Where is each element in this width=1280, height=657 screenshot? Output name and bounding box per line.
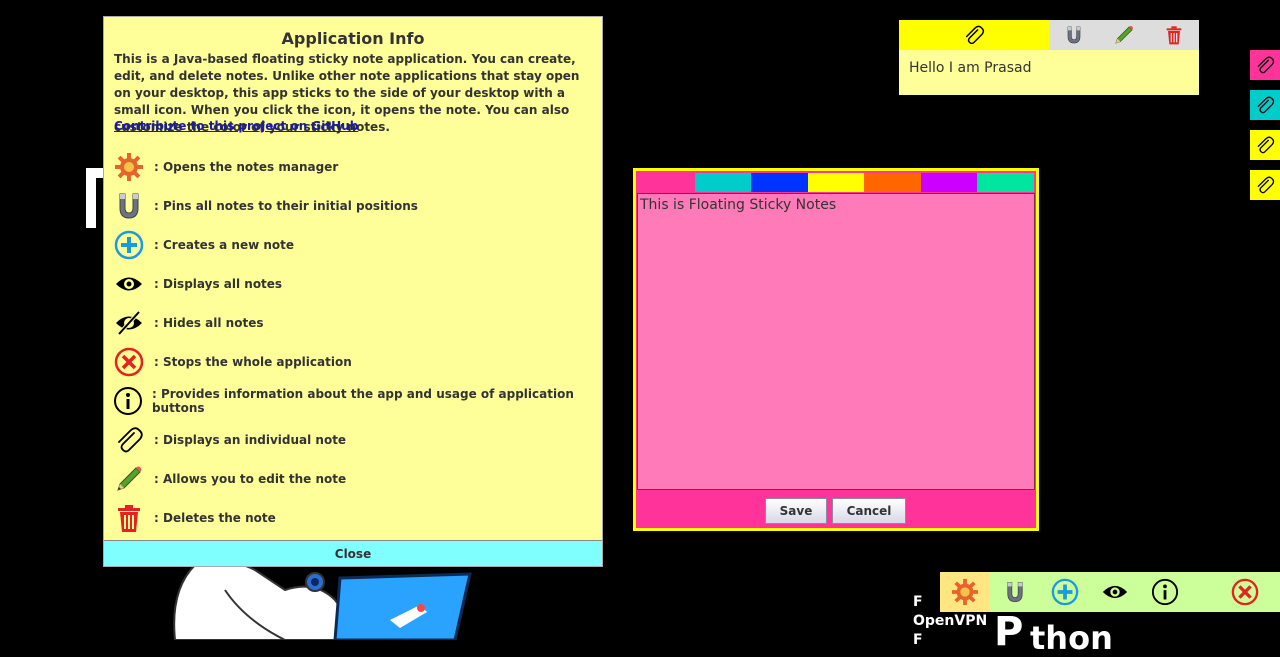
note-pin-button[interactable] <box>1049 20 1099 50</box>
swatch-orange[interactable] <box>864 173 921 192</box>
legend-row-plus: : Creates a new note <box>112 228 294 262</box>
color-swatch-bar <box>638 173 1035 192</box>
note-editor-window: This is Floating Sticky Notes Save Cance… <box>633 168 1039 531</box>
desktop-label-openvpn: OpenVPN <box>913 613 988 629</box>
note-delete-button[interactable] <box>1149 20 1199 50</box>
info-icon <box>112 384 144 418</box>
new-note-button[interactable] <box>1040 572 1090 612</box>
swatch-pink[interactable] <box>638 173 695 192</box>
legend-row-gear: : Opens the notes manager <box>112 150 338 184</box>
github-link[interactable]: Contribute to this project on GitHub <box>114 119 358 133</box>
close-circle-icon <box>112 345 146 379</box>
info-icon <box>1151 578 1179 606</box>
show-all-button[interactable] <box>1090 572 1140 612</box>
legend-text: : Provides information about the app and… <box>151 387 574 415</box>
sticky-note: Hello I am Prasad <box>899 20 1199 95</box>
legend-row-trash: : Deletes the note <box>112 501 276 535</box>
eye-icon <box>1101 578 1129 606</box>
pin-all-button[interactable] <box>990 572 1040 612</box>
trash-icon <box>112 501 146 535</box>
paperclip-icon <box>1255 135 1275 155</box>
legend-text: : Displays all notes <box>154 277 283 291</box>
desktop-mascot-image <box>165 560 475 640</box>
legend-text: : Hides all notes <box>154 316 264 330</box>
legend-row-paperclip: : Displays an individual note <box>112 423 346 457</box>
legend-row-close: : Stops the whole application <box>112 345 352 379</box>
legend-row-magnet: : Pins all notes to their initial positi… <box>112 189 418 223</box>
paperclip-icon <box>963 24 985 46</box>
legend-row-eye: : Displays all notes <box>112 267 282 301</box>
dialog-title: Application Info <box>281 29 425 48</box>
desktop-logo-letter: P <box>994 609 1024 655</box>
swatch-blue[interactable] <box>751 173 808 192</box>
legend-row-info: : Provides information about the app and… <box>112 384 602 418</box>
magnet-icon <box>1003 580 1027 604</box>
legend-text: : Allows you to edit the note <box>154 472 347 486</box>
note-toolbar <box>899 20 1199 50</box>
magnet-icon <box>1064 25 1084 45</box>
plus-circle-icon <box>112 228 146 262</box>
swatch-yellow[interactable] <box>807 173 865 192</box>
legend-text: : Pins all notes to their initial positi… <box>154 199 418 213</box>
save-button[interactable]: Save <box>765 498 827 524</box>
plus-circle-icon <box>1051 578 1079 606</box>
note-edit-button[interactable] <box>1099 20 1149 50</box>
side-tab-yellow-2[interactable] <box>1250 170 1280 200</box>
swatch-teal[interactable] <box>977 173 1035 192</box>
gear-icon <box>951 578 979 606</box>
side-tab-pink[interactable] <box>1250 50 1280 80</box>
legend-text: : Displays an individual note <box>154 433 347 447</box>
trash-icon <box>1164 25 1184 45</box>
legend-text: : Creates a new note <box>154 238 295 252</box>
legend-text: : Stops the whole application <box>154 355 352 369</box>
swatch-cyan[interactable] <box>694 173 752 192</box>
paperclip-icon <box>112 423 146 457</box>
side-tab-cyan[interactable] <box>1250 90 1280 120</box>
legend-text: : Deletes the note <box>154 511 276 525</box>
desktop-label-f2: F <box>913 632 923 648</box>
swatch-purple[interactable] <box>920 173 978 192</box>
legend-text: : Opens the notes manager <box>154 160 339 174</box>
eye-off-icon <box>112 306 146 340</box>
desktop-label-f: F <box>913 594 923 610</box>
info-button[interactable] <box>1140 572 1190 612</box>
legend-row-pencil: : Allows you to edit the note <box>112 462 346 496</box>
app-toolbar <box>940 572 1280 612</box>
close-button[interactable]: Close <box>104 540 602 566</box>
side-tab-yellow[interactable] <box>1250 130 1280 160</box>
notes-manager-button[interactable] <box>940 572 990 612</box>
paperclip-icon <box>1255 55 1275 75</box>
cancel-button[interactable]: Cancel <box>832 498 906 524</box>
pencil-icon <box>112 462 146 496</box>
note-text-area[interactable]: This is Floating Sticky Notes <box>637 193 1035 490</box>
desktop-logo-text: thon <box>1030 619 1113 657</box>
application-info-dialog: Application Info This is a Java-based fl… <box>103 16 603 567</box>
close-circle-icon <box>1231 578 1259 606</box>
desktop-bracket-shape <box>86 168 104 228</box>
note-text[interactable]: Hello I am Prasad <box>909 60 1031 76</box>
gear-icon <box>112 150 146 184</box>
pencil-icon <box>1113 24 1135 46</box>
exit-app-button[interactable] <box>1220 572 1270 612</box>
paperclip-icon <box>1255 175 1275 195</box>
note-drag-handle[interactable] <box>899 20 1049 50</box>
magnet-icon <box>112 189 146 223</box>
legend-row-eye-off: : Hides all notes <box>112 306 264 340</box>
paperclip-icon <box>1255 95 1275 115</box>
eye-icon <box>112 267 146 301</box>
